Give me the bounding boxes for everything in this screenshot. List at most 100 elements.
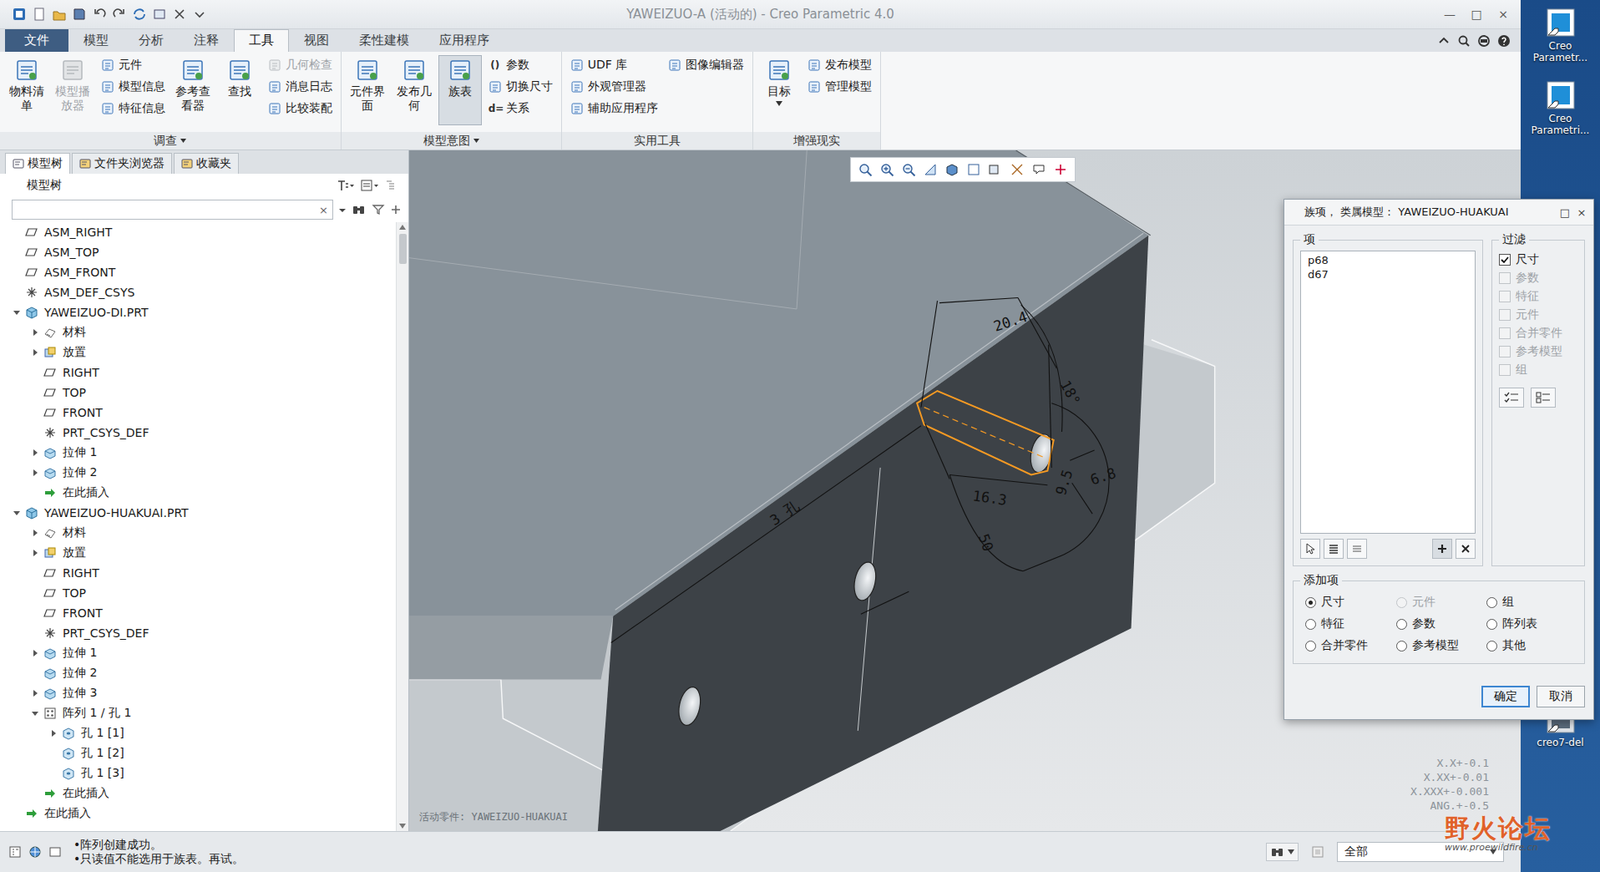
selection-buffer-icon[interactable] (1310, 844, 1326, 860)
tree-item[interactable]: FRONT (0, 402, 396, 423)
add-item-radio[interactable]: 尺寸 (1305, 592, 1397, 612)
ribbon-tab[interactable]: 视图 (288, 29, 345, 52)
tree-item[interactable]: ASM_TOP (0, 242, 396, 263)
tree-item[interactable]: 孔 1 [2] (0, 743, 396, 764)
tree-scrollbar[interactable] (395, 222, 409, 831)
ribbon-small-button[interactable]: 元件 (101, 55, 166, 76)
tree-item[interactable]: RIGHT (0, 562, 396, 583)
tree-expander[interactable] (30, 348, 41, 357)
find-icon[interactable] (351, 202, 367, 217)
ribbon-tab[interactable]: 工具 (233, 29, 289, 52)
ribbon-tab[interactable]: 文件 (5, 29, 69, 52)
desktop-shortcut[interactable]: Creo Parametr... (1525, 6, 1596, 65)
repaint-icon[interactable] (922, 162, 938, 178)
annotation-display-icon[interactable] (1031, 162, 1047, 178)
tree-item[interactable]: 材料 (0, 322, 396, 343)
filter-checkbox[interactable]: 尺寸 (1498, 250, 1578, 269)
ribbon-small-button[interactable]: 发布模型 (807, 55, 872, 76)
clear-search-button[interactable]: × (314, 203, 333, 217)
dimension-label[interactable]: 20.4 (991, 308, 1029, 335)
tree-item[interactable]: TOP (0, 582, 396, 603)
scroll-down-icon[interactable] (398, 822, 407, 830)
add-column-icon[interactable] (389, 202, 402, 217)
items-list-row[interactable]: p68 (1307, 253, 1469, 269)
close-window-icon[interactable] (172, 6, 188, 22)
save-icon[interactable] (71, 6, 87, 22)
tree-item[interactable]: PRT_CSYS_DEF (0, 422, 396, 443)
tree-item[interactable]: 放置 (0, 342, 396, 363)
dimension-label[interactable]: 18° (1057, 377, 1084, 409)
tree-item[interactable]: 拉伸 1 (0, 442, 396, 463)
ribbon-tab[interactable]: 应用程序 (424, 29, 505, 52)
navigator-toggle-icon[interactable] (8, 845, 22, 859)
open-folder-icon[interactable] (51, 6, 67, 22)
find-button[interactable] (1265, 842, 1299, 861)
ribbon-small-button[interactable]: 几何检查 (268, 55, 333, 76)
ribbon-large-button[interactable]: 目标 (758, 55, 801, 126)
ribbon-small-button[interactable]: 比较装配 (268, 98, 333, 119)
dimension-label[interactable]: 6.8 (1088, 464, 1119, 489)
hole[interactable] (850, 560, 880, 603)
fullscreen-icon[interactable] (48, 845, 62, 859)
ribbon-small-button[interactable]: ()参数 (488, 55, 553, 76)
dimension-label[interactable]: 50 (975, 531, 998, 554)
tree-item[interactable]: YAWEIZUO-HUAKUAI.PRT (0, 502, 396, 523)
view-manager-icon[interactable] (987, 162, 1003, 178)
add-item-radio[interactable]: 阵列表 (1486, 614, 1578, 633)
tree-item[interactable]: 在此插入 (0, 783, 396, 804)
add-item-button[interactable] (1432, 538, 1453, 559)
tree-expander[interactable] (30, 468, 41, 477)
tree-item[interactable]: ASM_RIGHT (0, 222, 396, 243)
tree-expander[interactable] (30, 648, 41, 658)
tree-item[interactable]: RIGHT (0, 362, 396, 383)
zoom-out-icon[interactable] (901, 162, 917, 178)
ribbon-tab[interactable]: 分析 (123, 29, 179, 52)
tree-expander[interactable] (30, 528, 41, 537)
dialog-control-button[interactable]: □ (1556, 204, 1574, 221)
saved-views-icon[interactable] (966, 162, 982, 178)
tree-search-field[interactable]: × (11, 199, 334, 220)
search-icon[interactable] (1457, 34, 1471, 48)
select-all-button[interactable] (1498, 387, 1525, 408)
search-options-icon[interactable] (338, 202, 347, 217)
add-item-radio[interactable]: 其他 (1486, 636, 1578, 655)
ribbon-large-button[interactable]: 发布几何 (392, 55, 436, 126)
tree-expander[interactable] (30, 328, 41, 337)
ribbon-large-button[interactable]: 模型播放器 (50, 55, 94, 126)
tree-expander[interactable] (11, 308, 22, 317)
tree-expander[interactable] (30, 448, 41, 457)
tree-item[interactable]: 材料 (0, 522, 396, 543)
ribbon-group-title[interactable]: 调查 (0, 131, 341, 150)
undo-icon[interactable] (91, 6, 107, 22)
ribbon-small-button[interactable]: 切换尺寸 (488, 76, 553, 97)
remove-item-button[interactable] (1455, 538, 1476, 559)
ribbon-small-button[interactable]: 管理模型 (807, 76, 872, 97)
dimension-label[interactable]: 3 孔 (766, 496, 802, 529)
items-list-row[interactable]: d67 (1307, 268, 1469, 283)
navigator-tab[interactable]: 文件夹浏览器 (71, 152, 173, 174)
dialog-button[interactable]: 取消 (1536, 685, 1585, 708)
tree-item[interactable]: 拉伸 1 (0, 643, 396, 664)
tree-columns-icon[interactable] (384, 178, 400, 193)
tree-item[interactable]: ASM_FRONT (0, 262, 396, 283)
tree-item[interactable]: 在此插入 (0, 803, 396, 824)
display-style-icon[interactable] (944, 162, 960, 178)
minimize-ribbon-icon[interactable] (1437, 34, 1451, 48)
ribbon-small-button[interactable]: UDF 库 (570, 55, 659, 76)
tree-item[interactable]: FRONT (0, 602, 396, 623)
tree-expander[interactable] (48, 729, 59, 738)
ribbon-tab[interactable]: 注释 (178, 29, 234, 52)
tree-expander[interactable] (30, 548, 41, 557)
clear-all-button[interactable] (1530, 387, 1556, 408)
zoom-in-icon[interactable] (879, 162, 895, 178)
tree-item[interactable]: 孔 1 [3] (0, 763, 396, 784)
tree-item[interactable]: YAWEIZUO-DI.PRT (0, 302, 396, 323)
dialog-title-bar[interactable]: 族项， 类属模型： YAWEIZUO-HUAKUAI□× (1284, 199, 1594, 226)
community-icon[interactable] (1477, 34, 1491, 48)
dimension-label[interactable]: 9.5 (1052, 467, 1077, 498)
new-file-icon[interactable] (31, 6, 47, 22)
scrollbar-thumb[interactable] (399, 233, 407, 264)
tree-item[interactable]: 拉伸 2 (0, 462, 396, 483)
add-item-radio[interactable]: 组 (1486, 592, 1578, 612)
tree-item[interactable]: 拉伸 3 (0, 683, 396, 704)
